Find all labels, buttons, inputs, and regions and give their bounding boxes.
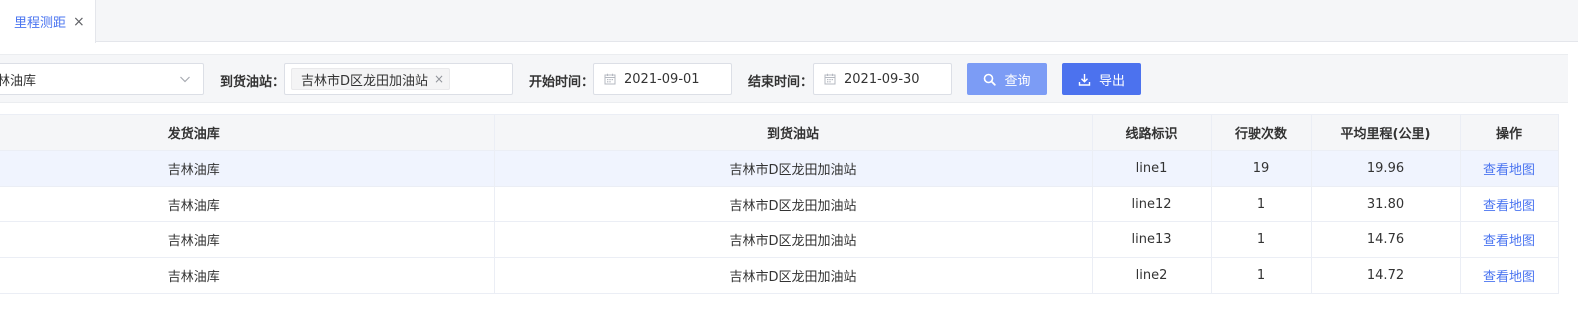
mileage-table: 发货油库 到货油站 线路标识 行驶次数 平均里程(公里) 操作 吉林油库 吉林市… xyxy=(0,114,1559,294)
cell-depot: 吉林油库 xyxy=(0,221,495,259)
cell-action: 查看地图 xyxy=(1460,186,1559,223)
station-select[interactable]: 吉林市D区龙田加油站 × xyxy=(284,63,513,95)
cell-depot: 吉林油库 xyxy=(0,257,495,294)
table-row: 吉林油库 吉林市D区龙田加油站 line13 1 14.76 查看地图 xyxy=(0,221,1559,259)
cell-avg-km: 14.76 xyxy=(1311,221,1461,259)
cell-action: 查看地图 xyxy=(1460,257,1559,294)
table-row: 吉林油库 吉林市D区龙田加油站 line12 1 31.80 查看地图 xyxy=(0,186,1559,223)
column-header-station: 到货油站 xyxy=(494,114,1093,151)
cell-station: 吉林市D区龙田加油站 xyxy=(494,186,1093,223)
start-time-label: 开始时间： xyxy=(529,75,595,90)
tab-bar: 里程测距 × xyxy=(0,0,1578,43)
end-date-value: 2021-09-30 xyxy=(844,71,920,87)
cell-avg-km: 31.80 xyxy=(1311,186,1461,223)
cell-station: 吉林市D区龙田加油站 xyxy=(494,150,1093,187)
view-map-link[interactable]: 查看地图 xyxy=(1483,234,1535,249)
start-date-value: 2021-09-01 xyxy=(624,71,700,87)
cell-trips: 1 xyxy=(1211,221,1312,259)
column-header-avg-km: 平均里程(公里) xyxy=(1311,114,1461,151)
column-header-action: 操作 xyxy=(1460,114,1559,151)
chevron-down-icon xyxy=(180,76,190,83)
station-tag: 吉林市D区龙田加油站 × xyxy=(291,68,451,90)
table-row: 吉林油库 吉林市D区龙田加油站 line2 1 14.72 查看地图 xyxy=(0,257,1559,294)
close-icon[interactable]: × xyxy=(73,15,85,29)
export-button-label: 导出 xyxy=(1098,73,1125,89)
end-date-picker[interactable]: 2021-09-30 xyxy=(813,63,952,95)
tab-mileage-measure[interactable]: 里程测距 × xyxy=(0,0,96,43)
close-icon[interactable]: × xyxy=(434,72,444,86)
cell-trips: 1 xyxy=(1211,257,1312,294)
view-map-link[interactable]: 查看地图 xyxy=(1483,163,1535,178)
column-header-trips: 行驶次数 xyxy=(1211,114,1312,151)
station-tag-label: 吉林市D区龙田加油站 xyxy=(301,73,429,89)
calendar-icon xyxy=(604,73,616,85)
depot-select[interactable]: 林油库 xyxy=(0,63,204,95)
query-button-label: 查询 xyxy=(1004,73,1031,89)
download-icon xyxy=(1078,73,1091,86)
station-label: 到货油站： xyxy=(220,75,286,90)
cell-depot: 吉林油库 xyxy=(0,150,495,187)
view-map-link[interactable]: 查看地图 xyxy=(1483,199,1535,214)
cell-line: line12 xyxy=(1092,186,1212,223)
tab-label: 里程测距 xyxy=(14,16,67,31)
cell-trips: 19 xyxy=(1211,150,1312,187)
cell-line: line1 xyxy=(1092,150,1212,187)
filter-bar: 林油库 到货油站： 吉林市D区龙田加油站 × 开始时间： 2021-09-01 … xyxy=(0,54,1568,103)
query-button[interactable]: 查询 xyxy=(967,63,1047,95)
cell-avg-km: 19.96 xyxy=(1311,150,1461,187)
cell-trips: 1 xyxy=(1211,186,1312,223)
cell-action: 查看地图 xyxy=(1460,150,1559,187)
depot-select-value: 林油库 xyxy=(0,73,37,89)
column-header-line: 线路标识 xyxy=(1092,114,1212,151)
table-row: 吉林油库 吉林市D区龙田加油站 line1 19 19.96 查看地图 xyxy=(0,150,1559,187)
calendar-icon xyxy=(824,73,836,85)
search-icon xyxy=(984,73,997,86)
cell-station: 吉林市D区龙田加油站 xyxy=(494,257,1093,294)
cell-line: line13 xyxy=(1092,221,1212,259)
end-time-label: 结束时间： xyxy=(748,75,814,90)
start-date-picker[interactable]: 2021-09-01 xyxy=(593,63,732,95)
cell-avg-km: 14.72 xyxy=(1311,257,1461,294)
export-button[interactable]: 导出 xyxy=(1062,63,1141,95)
cell-station: 吉林市D区龙田加油站 xyxy=(494,221,1093,259)
column-header-depot: 发货油库 xyxy=(0,114,495,151)
cell-action: 查看地图 xyxy=(1460,221,1559,259)
cell-line: line2 xyxy=(1092,257,1212,294)
table-header-row: 发货油库 到货油站 线路标识 行驶次数 平均里程(公里) 操作 xyxy=(0,114,1559,151)
view-map-link[interactable]: 查看地图 xyxy=(1483,270,1535,285)
cell-depot: 吉林油库 xyxy=(0,186,495,223)
